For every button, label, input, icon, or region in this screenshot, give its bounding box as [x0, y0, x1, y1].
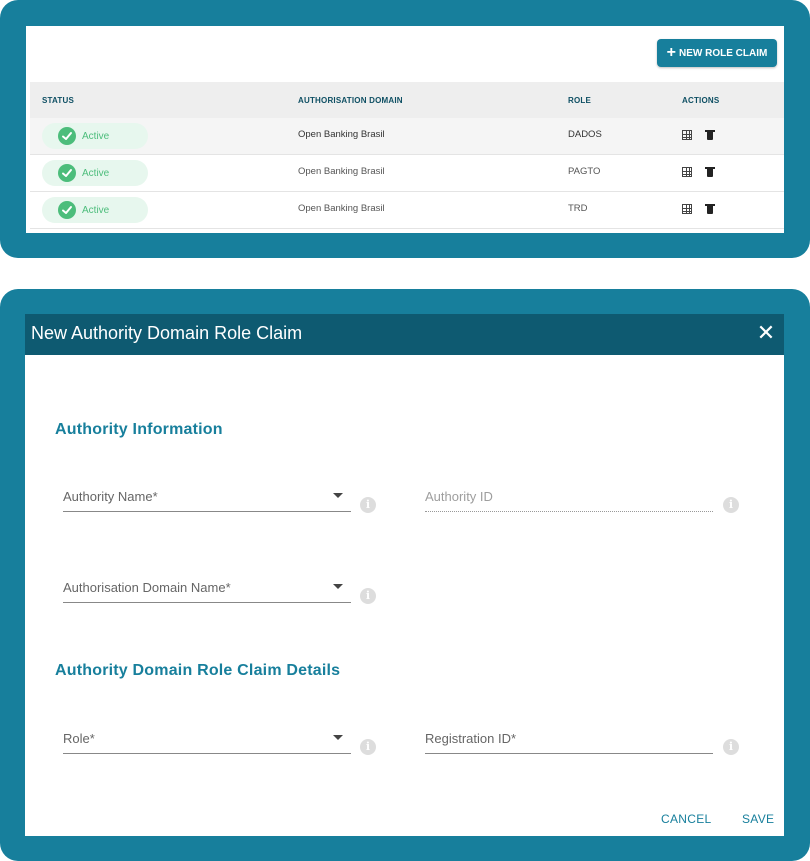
role-select[interactable]: Role* — [63, 726, 351, 754]
authority-id-label: Authority ID — [425, 489, 493, 504]
info-icon[interactable]: i — [723, 739, 739, 755]
header-authorisation-domain[interactable]: AUTHORISATION DOMAIN — [298, 96, 403, 105]
row-actions — [682, 167, 715, 177]
status-label: Active — [82, 204, 110, 216]
role-claims-panel: + NEW ROLE CLAIM STATUS AUTHORISATION DO… — [0, 0, 810, 258]
role-claims-table: STATUS AUTHORISATION DOMAIN ROLE ACTIONS… — [30, 82, 784, 229]
check-circle-icon — [58, 127, 76, 145]
close-icon[interactable]: ✕ — [755, 322, 777, 344]
trash-icon[interactable] — [705, 130, 715, 140]
role-cell: PAGTO — [568, 166, 601, 177]
chevron-down-icon — [333, 584, 343, 589]
table-row[interactable]: Active Open Banking Brasil TRD — [30, 192, 784, 229]
trash-icon[interactable] — [705, 204, 715, 214]
info-icon[interactable]: i — [360, 739, 376, 755]
role-label: Role* — [63, 731, 95, 746]
header-actions: ACTIONS — [682, 96, 720, 105]
section-title-role-claim-details: Authority Domain Role Claim Details — [55, 662, 341, 679]
registration-id-field[interactable]: Registration ID* — [425, 726, 713, 754]
chevron-down-icon — [333, 493, 343, 498]
dialog-title: New Authority Domain Role Claim — [31, 323, 303, 343]
info-icon[interactable]: i — [723, 497, 739, 513]
table-row[interactable]: Active Open Banking Brasil DADOS — [30, 118, 784, 155]
status-label: Active — [82, 130, 110, 142]
authority-name-select[interactable]: Authority Name* — [63, 484, 351, 512]
grid-icon[interactable] — [682, 204, 692, 214]
new-role-claim-label: NEW ROLE CLAIM — [679, 47, 768, 59]
grid-icon[interactable] — [682, 130, 692, 140]
cancel-button[interactable]: CANCEL — [661, 812, 711, 826]
status-badge: Active — [42, 123, 148, 149]
authority-id-field: Authority ID — [425, 484, 713, 512]
trash-icon[interactable] — [705, 167, 715, 177]
domain-cell: Open Banking Brasil — [298, 203, 385, 214]
row-actions — [682, 130, 715, 140]
header-role[interactable]: ROLE — [568, 96, 591, 105]
role-cell: TRD — [568, 203, 588, 214]
status-badge: Active — [42, 160, 148, 186]
plus-icon: + — [666, 44, 676, 61]
table-header: STATUS AUTHORISATION DOMAIN ROLE ACTIONS — [30, 82, 784, 118]
authorisation-domain-name-select[interactable]: Authorisation Domain Name* — [63, 575, 351, 603]
header-status[interactable]: STATUS — [42, 96, 74, 105]
domain-cell: Open Banking Brasil — [298, 166, 385, 177]
dialog-panel: New Authority Domain Role Claim ✕ Author… — [0, 289, 810, 861]
section-title-authority-information: Authority Information — [55, 421, 223, 438]
chevron-down-icon — [333, 735, 343, 740]
save-button[interactable]: SAVE — [742, 812, 774, 826]
domain-cell: Open Banking Brasil — [298, 129, 385, 140]
registration-id-label: Registration ID* — [425, 731, 517, 746]
info-icon[interactable]: i — [360, 497, 376, 513]
check-circle-icon — [58, 164, 76, 182]
check-circle-icon — [58, 201, 76, 219]
row-actions — [682, 204, 715, 214]
dialog-header: New Authority Domain Role Claim ✕ — [25, 314, 784, 355]
new-role-claim-button[interactable]: + NEW ROLE CLAIM — [657, 39, 777, 67]
table-row[interactable]: Active Open Banking Brasil PAGTO — [30, 155, 784, 192]
authority-name-label: Authority Name* — [63, 489, 158, 504]
role-cell: DADOS — [568, 129, 602, 140]
status-badge: Active — [42, 197, 148, 223]
info-icon[interactable]: i — [360, 588, 376, 604]
role-claims-card: + NEW ROLE CLAIM STATUS AUTHORISATION DO… — [26, 26, 784, 233]
authorisation-domain-name-label: Authorisation Domain Name* — [63, 580, 231, 595]
status-label: Active — [82, 167, 110, 179]
new-role-claim-dialog: New Authority Domain Role Claim ✕ Author… — [25, 314, 784, 836]
grid-icon[interactable] — [682, 167, 692, 177]
